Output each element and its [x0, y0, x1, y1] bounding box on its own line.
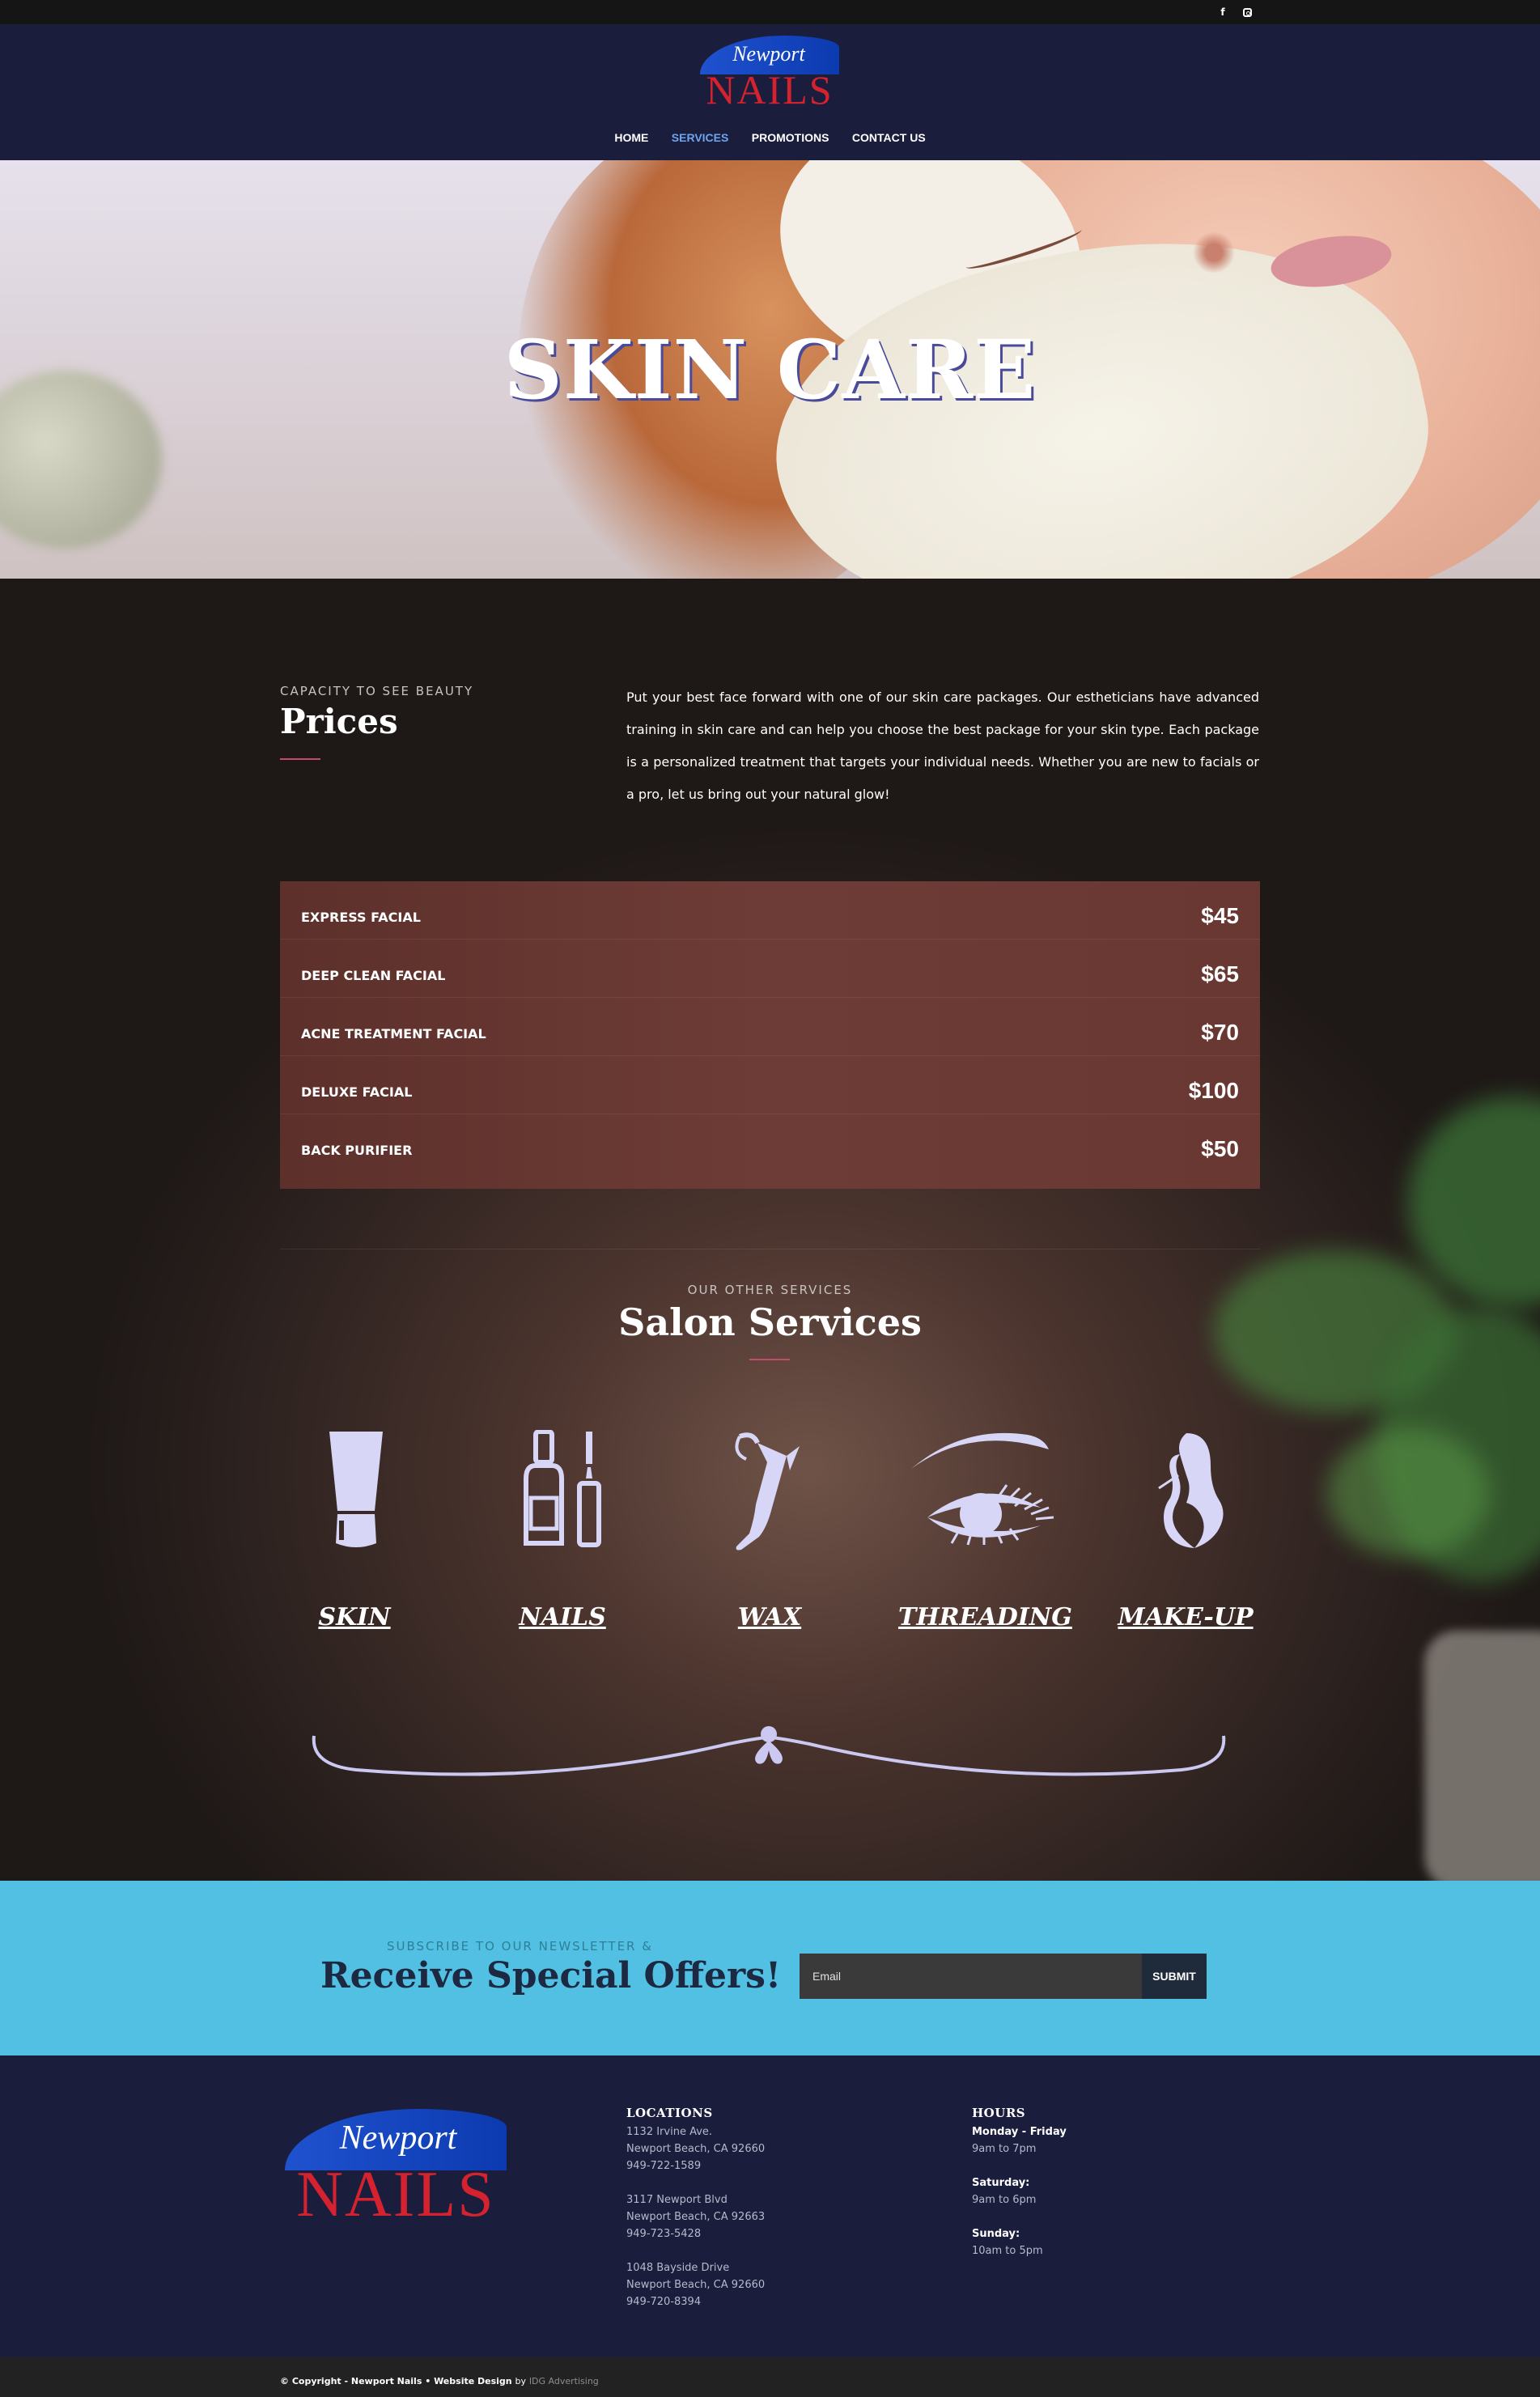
service-name: DELUXE FACIAL: [301, 1084, 413, 1100]
logo-name-text: NAILS: [706, 67, 834, 112]
site-logo[interactable]: Newport NAILS: [700, 36, 839, 110]
services-eyebrow: OUR OTHER SERVICES: [687, 1283, 853, 1297]
service-label-nails: NAILS: [519, 1603, 606, 1631]
hours-block: Monday - Friday 9am to 7pm: [972, 2123, 1067, 2157]
hero-nose: [1182, 185, 1262, 282]
service-name: ACNE TREATMENT FACIAL: [301, 1026, 486, 1042]
copyright-by: by: [515, 2376, 526, 2386]
plant-leaf: [1327, 1428, 1489, 1558]
service-wax[interactable]: WAX: [725, 1430, 814, 1631]
nav-home[interactable]: HOME: [614, 131, 648, 144]
plant-pot: [1424, 1631, 1540, 1881]
hero-title: SKIN CARE: [503, 322, 1037, 418]
locations-heading: LOCATIONS: [626, 2106, 713, 2120]
eye-lash-icon: [911, 1432, 1054, 1546]
logo-script-text: Newport: [732, 42, 805, 66]
top-bar: f: [0, 0, 1540, 24]
location-address-line: 3117 Newport Blvd: [626, 2194, 728, 2206]
hours-day: Monday - Friday: [972, 2126, 1067, 2138]
hours-time: 9am to 7pm: [972, 2143, 1037, 2155]
hours-time: 9am to 6pm: [972, 2194, 1037, 2206]
location-city-line: Newport Beach, CA 92663: [626, 2211, 766, 2223]
nav-contact-us[interactable]: CONTACT US: [852, 131, 926, 144]
nav-promotions[interactable]: PROMOTIONS: [752, 131, 829, 144]
service-price: $100: [1188, 1078, 1239, 1103]
hours-day: Saturday:: [972, 2177, 1030, 2189]
nail-polish-icon: [524, 1430, 601, 1547]
location-phone: 949-722-1589: [626, 2160, 702, 2172]
service-threading[interactable]: THREADING: [898, 1430, 1072, 1631]
ornamental-flourish: [312, 1726, 1226, 1776]
prices-title: Prices: [280, 702, 398, 741]
service-price: $45: [1201, 903, 1239, 928]
site-footer: Newport NAILS LOCATIONS 1132 Irvine Ave.…: [0, 2055, 1540, 2357]
newsletter-eyebrow: SUBSCRIBE TO OUR NEWSLETTER &: [387, 1939, 653, 1954]
hours-block: Sunday: 10am to 5pm: [972, 2225, 1043, 2259]
location-phone: 949-723-5428: [626, 2228, 702, 2240]
service-label-skin: SKIN: [318, 1603, 391, 1631]
newsletter-title: Receive Special Offers!: [320, 1955, 782, 1996]
price-row: DEEP CLEAN FACIAL $65: [280, 940, 1260, 998]
logo-name-text: NAILS: [296, 2159, 495, 2230]
newsletter-submit-button[interactable]: SUBMIT: [1142, 1954, 1207, 1999]
price-row: ACNE TREATMENT FACIAL $70: [280, 998, 1260, 1056]
prices-intro: Put your best face forward with one of o…: [626, 689, 1259, 802]
services-title-accent: [749, 1359, 790, 1360]
plant-leaf: [1408, 1097, 1540, 1307]
newsletter-email-input[interactable]: [800, 1954, 1142, 1999]
service-price: $65: [1201, 961, 1239, 986]
service-skin[interactable]: SKIN: [306, 1430, 403, 1631]
designer-link[interactable]: IDG Advertising: [529, 2376, 599, 2386]
leg-wax-icon: [735, 1432, 800, 1551]
price-row: BACK PURIFIER $50: [280, 1114, 1260, 1173]
services-title: Salon Services: [618, 1300, 922, 1344]
service-label-threading: THREADING: [898, 1603, 1072, 1631]
service-nails[interactable]: NAILS: [510, 1430, 615, 1631]
price-row: EXPRESS FACIAL $45: [280, 881, 1260, 940]
location-city-line: Newport Beach, CA 92660: [626, 2279, 766, 2291]
nav-services[interactable]: SERVICES: [672, 131, 729, 144]
service-name: DEEP CLEAN FACIAL: [301, 968, 446, 983]
services-section: CAPACITY TO SEE BEAUTY Prices Put your b…: [0, 579, 1540, 1881]
copyright-bar: © Copyright - Newport Nails • Website De…: [0, 2357, 1540, 2397]
hero-banner: SKIN CARE: [0, 160, 1540, 579]
location-phone: 949-720-8394: [626, 2296, 702, 2308]
logo-script-text: Newport: [339, 2119, 457, 2157]
price-row: DELUXE FACIAL $100: [280, 1056, 1260, 1114]
service-name: BACK PURIFIER: [301, 1143, 413, 1158]
main-nav: HOME SERVICES PROMOTIONS CONTACT US: [0, 131, 1540, 146]
prices-title-accent: [280, 758, 320, 760]
hours-block: Saturday: 9am to 6pm: [972, 2174, 1036, 2208]
footer-logo[interactable]: Newport NAILS: [285, 2109, 507, 2230]
price-list: EXPRESS FACIAL $45 DEEP CLEAN FACIAL $65…: [280, 881, 1260, 1189]
service-name: EXPRESS FACIAL: [301, 910, 421, 925]
copyright-text: © Copyright - Newport Nails • Website De…: [280, 2376, 599, 2386]
location-address-line: 1132 Irvine Ave.: [626, 2126, 713, 2138]
service-price: $70: [1201, 1020, 1239, 1045]
location-address-line: 1048 Bayside Drive: [626, 2262, 730, 2274]
instagram-icon[interactable]: [1241, 6, 1254, 19]
lotion-tube-icon: [329, 1432, 383, 1547]
hours-heading: HOURS: [972, 2106, 1026, 2120]
copyright-main: © Copyright - Newport Nails • Website De…: [280, 2376, 512, 2386]
site-header: Newport NAILS HOME SERVICES PROMOTIONS C…: [0, 24, 1540, 160]
hours-day: Sunday:: [972, 2228, 1020, 2240]
service-label-make-up: MAKE-UP: [1118, 1603, 1254, 1631]
service-make-up[interactable]: MAKE-UP: [1117, 1430, 1254, 1631]
woman-hair-icon: [1158, 1433, 1224, 1548]
service-label-wax: WAX: [737, 1603, 802, 1631]
location-block: 3117 Newport Blvd Newport Beach, CA 9266…: [626, 2191, 765, 2242]
facebook-icon[interactable]: f: [1216, 6, 1229, 19]
service-price: $50: [1201, 1136, 1239, 1161]
location-city-line: Newport Beach, CA 92660: [626, 2143, 766, 2155]
newsletter-section: SUBSCRIBE TO OUR NEWSLETTER & Receive Sp…: [0, 1881, 1540, 2055]
hours-time: 10am to 5pm: [972, 2245, 1043, 2257]
prices-eyebrow: CAPACITY TO SEE BEAUTY: [280, 684, 474, 698]
location-block: 1132 Irvine Ave. Newport Beach, CA 92660…: [626, 2123, 765, 2174]
location-block: 1048 Bayside Drive Newport Beach, CA 926…: [626, 2259, 765, 2310]
